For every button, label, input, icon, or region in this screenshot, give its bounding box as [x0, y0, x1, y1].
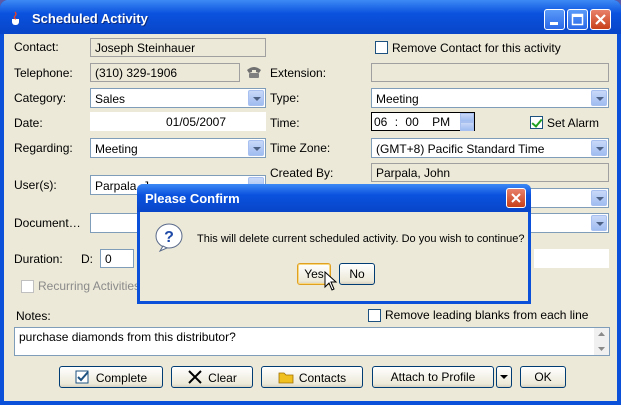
extension-label: Extension:	[270, 66, 327, 80]
remove-contact-checkbox[interactable]	[375, 41, 388, 54]
maximize-icon	[571, 13, 584, 26]
date-label: Date:	[14, 116, 43, 130]
ok-label: OK	[534, 370, 552, 384]
yes-label: Yes	[304, 267, 324, 281]
duration-label: Duration:	[14, 252, 63, 266]
chevron-down-icon[interactable]	[591, 90, 607, 106]
time-spin-down[interactable]	[460, 122, 474, 131]
complete-label: Complete	[95, 371, 148, 385]
regarding-select[interactable]: Meeting	[90, 138, 266, 158]
regarding-label: Regarding:	[14, 141, 73, 155]
timezone-value: (GMT+8) Pacific Standard Time	[376, 142, 545, 156]
duration-days-field[interactable]: 0	[100, 249, 134, 268]
contacts-label: Contacts	[298, 371, 347, 385]
maximize-button[interactable]	[567, 9, 588, 30]
time-label: Time:	[270, 116, 300, 130]
attach-label: Attach to Profile	[390, 370, 476, 384]
minimize-icon	[550, 22, 558, 25]
svg-text:?: ?	[164, 229, 174, 246]
type-label: Type:	[270, 91, 300, 105]
close-icon	[595, 14, 606, 25]
java-cup-icon	[12, 11, 19, 25]
clear-label: Clear	[208, 371, 237, 385]
type-value: Meeting	[376, 92, 419, 106]
scroll-down-icon[interactable]	[594, 342, 609, 355]
timezone-label: Time Zone:	[270, 141, 331, 155]
time-spin-up[interactable]	[460, 113, 474, 122]
type-select[interactable]: Meeting	[371, 88, 609, 108]
recurring-label: Recurring Activities	[38, 279, 141, 293]
telephone-field: (310) 329-1906	[90, 63, 240, 82]
phone-icon[interactable]	[245, 64, 263, 80]
notes-scrollbar[interactable]	[594, 328, 609, 355]
no-label: No	[349, 267, 365, 281]
created-by-label: Created By:	[270, 166, 334, 180]
set-alarm-checkbox[interactable]	[530, 116, 543, 129]
window-title: Scheduled Activity	[32, 11, 148, 26]
date-field[interactable]: 01/05/2007	[90, 112, 266, 131]
scroll-up-icon[interactable]	[594, 328, 609, 341]
close-button[interactable]	[590, 9, 611, 30]
remove-blanks-label: Remove leading blanks from each line	[385, 308, 589, 322]
time-minute[interactable]: 00	[405, 115, 418, 129]
set-alarm-label: Set Alarm	[547, 116, 600, 130]
time-hour[interactable]: 06	[374, 115, 387, 129]
notes-label: Notes:	[16, 309, 51, 323]
chevron-down-icon	[500, 375, 508, 379]
telephone-label: Telephone:	[14, 66, 73, 80]
ok-button[interactable]: OK	[520, 366, 566, 388]
chevron-down-icon[interactable]	[591, 140, 607, 156]
dialog-title: Please Confirm	[145, 191, 240, 206]
attach-dropdown-button[interactable]	[496, 366, 512, 388]
no-button[interactable]: No	[339, 263, 375, 285]
notes-textarea[interactable]: purchase diamonds from this distributor?	[14, 327, 610, 356]
time-ampm[interactable]: PM	[432, 115, 450, 129]
attach-to-profile-button[interactable]: Attach to Profile	[372, 366, 494, 388]
x-icon	[188, 370, 202, 384]
created-by-field: Parpala, John	[371, 163, 609, 182]
time-separator: :	[394, 115, 399, 129]
complete-button[interactable]: Complete	[59, 366, 163, 388]
regarding-value: Meeting	[95, 142, 138, 156]
clear-button[interactable]: Clear	[171, 366, 253, 388]
checkbox-checked-icon	[75, 370, 89, 384]
dialog-message: This will delete current scheduled activ…	[197, 233, 525, 245]
document-label[interactable]: Document…	[14, 216, 81, 230]
timezone-select[interactable]: (GMT+8) Pacific Standard Time	[371, 138, 609, 158]
remove-contact-label: Remove Contact for this activity	[392, 41, 561, 55]
category-select[interactable]: Sales	[90, 88, 266, 108]
users-label: User(s):	[14, 178, 57, 192]
duration-d-label: D:	[81, 252, 93, 266]
category-value: Sales	[95, 92, 126, 106]
contacts-button[interactable]: Contacts	[261, 366, 363, 388]
recurring-checkbox	[21, 280, 34, 293]
extension-field	[371, 63, 609, 82]
category-label: Category:	[14, 91, 67, 105]
folder-icon	[278, 372, 294, 384]
contact-label: Contact:	[14, 40, 59, 54]
contact-field: Joseph Steinhauer	[90, 38, 266, 57]
confirm-dialog: Please Confirm ? This will delete curren…	[137, 184, 531, 304]
title-bar: Scheduled Activity	[0, 0, 621, 34]
remove-blanks-checkbox[interactable]	[368, 309, 381, 322]
chevron-down-icon[interactable]	[591, 190, 607, 206]
chevron-down-icon[interactable]	[248, 90, 264, 106]
mouse-cursor-icon	[324, 271, 338, 291]
question-icon: ?	[155, 223, 183, 252]
notes-text: purchase diamonds from this distributor?	[19, 330, 236, 344]
close-icon	[511, 193, 521, 203]
minimize-button[interactable]	[544, 9, 565, 30]
chevron-down-icon[interactable]	[591, 215, 607, 231]
chevron-down-icon[interactable]	[248, 140, 264, 156]
dialog-close-button[interactable]	[506, 188, 526, 208]
duration-right-field[interactable]	[534, 249, 609, 268]
dialog-title-bar: Please Confirm	[137, 184, 531, 212]
